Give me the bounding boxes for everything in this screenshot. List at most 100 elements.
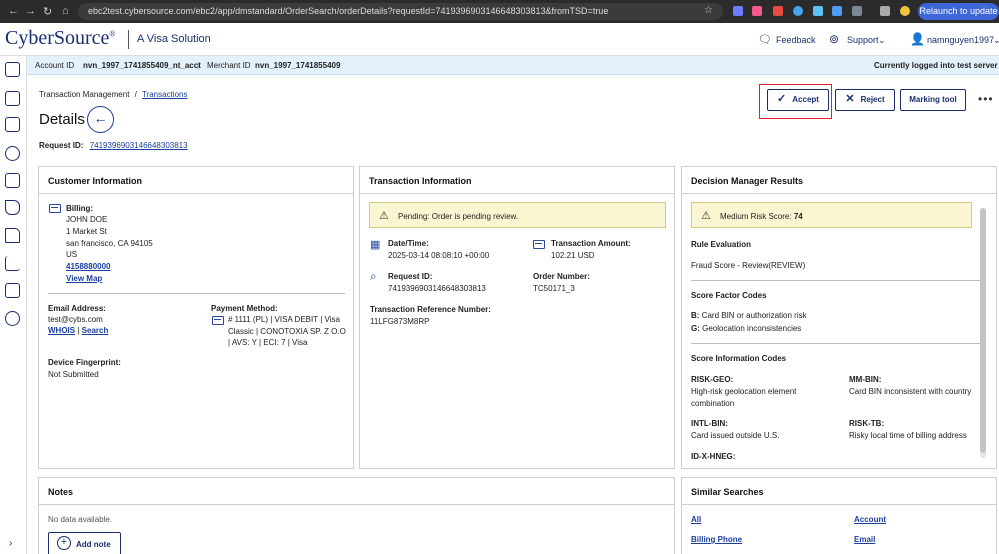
support-menu[interactable]: Support [847, 35, 879, 45]
terminal-icon[interactable] [5, 173, 20, 188]
extension-icon[interactable] [813, 6, 823, 16]
add-note-button[interactable]: + Add note [48, 532, 121, 554]
more-options-icon[interactable]: ••• [978, 92, 994, 106]
extension-icon[interactable] [773, 6, 783, 16]
request-id-label: Request ID: [388, 272, 433, 281]
similar-search-email-link[interactable]: Email [854, 534, 875, 545]
relaunch-button[interactable]: Relaunch to update [918, 3, 999, 20]
reference-number-label: Transaction Reference Number: [370, 305, 491, 314]
wrench-icon[interactable] [5, 200, 20, 215]
section-divider [691, 343, 980, 344]
request-id-line: Request ID: 7419396903146648303813 [39, 141, 188, 150]
sidebar: › [0, 56, 27, 554]
feedback-link[interactable]: Feedback [776, 35, 816, 45]
gear-icon[interactable] [5, 311, 20, 326]
search-link[interactable]: Search [82, 326, 109, 335]
risk-score-alert: ⚠ Medium Risk Score: 74 [691, 202, 972, 228]
breadcrumb-transactions-link[interactable]: Transactions [142, 90, 188, 99]
extension-icon[interactable] [733, 6, 743, 16]
extension-icon[interactable] [832, 6, 842, 16]
billing-phone-link[interactable]: 4158880000 [66, 261, 111, 272]
rule-evaluation-value: Fraud Score - Review(REVIEW) [691, 261, 806, 270]
feedback-icon[interactable]: 🗨 [758, 33, 772, 46]
marking-tool-button[interactable]: Marking tool [900, 89, 966, 111]
similar-search-billing-phone-link[interactable]: Billing Phone [691, 534, 742, 545]
brand-divider [128, 30, 129, 49]
url-text[interactable]: ebc2test.cybersource.com/ebc2/app/dmstan… [88, 6, 608, 16]
support-icon[interactable]: ⊚ [829, 32, 839, 46]
section-divider [691, 280, 980, 281]
back-button[interactable]: ← [87, 106, 114, 133]
warning-icon: ⚠ [701, 210, 711, 222]
score-factor-label: Score Factor Codes [691, 291, 767, 300]
payment-line: | AVS: Y | ECI: 7 | Visa [228, 338, 308, 347]
similar-search-all-link[interactable]: All [691, 514, 701, 525]
info-code: ID-X-HNEG: [691, 452, 736, 461]
chevron-down-icon[interactable]: ⌄ [878, 35, 886, 46]
chevron-down-icon[interactable]: ⌄ [993, 35, 999, 46]
score-info-label: Score Information Codes [691, 354, 787, 363]
credit-card-icon [533, 240, 545, 249]
datetime-label: Date/Time: [388, 239, 429, 248]
reload-icon[interactable]: ↻ [43, 5, 52, 18]
bookmark-star-icon[interactable]: ☆ [704, 5, 713, 16]
payment-method-label: Payment Method: [211, 304, 278, 313]
user-menu[interactable]: namnguyen1997 [927, 35, 994, 45]
email-value: test@cybs.com [48, 315, 103, 324]
card-title: Notes [48, 487, 74, 497]
view-map-link[interactable]: View Map [66, 273, 102, 284]
brand-logo[interactable]: CyberSource® [5, 27, 116, 50]
reject-button[interactable]: ✕ Reject [835, 89, 895, 111]
notes-card: Notes No data available. + Add note [38, 477, 675, 554]
profile-avatar-icon[interactable] [900, 6, 910, 16]
section-divider [48, 293, 345, 294]
similar-search-account-link[interactable]: Account [854, 514, 886, 525]
user-icon[interactable]: 👤 [910, 32, 925, 46]
home-icon[interactable]: ⌂ [62, 5, 69, 17]
request-id-link[interactable]: 7419396903146648303813 [90, 141, 188, 150]
bar-chart-icon[interactable] [5, 256, 20, 271]
forward-arrow-icon[interactable]: → [25, 5, 36, 17]
account-id-value: nvn_1997_1741855409_nt_acct [83, 61, 201, 70]
billing-label: Billing: [66, 204, 94, 213]
plus-circle-icon: + [57, 536, 71, 550]
wallet-icon[interactable] [5, 283, 20, 298]
reference-number-value: 11LFG873M8RP [370, 317, 430, 326]
card-divider [39, 193, 353, 194]
puzzle-icon[interactable] [852, 6, 862, 16]
shield-icon[interactable] [5, 146, 20, 161]
customer-information-card: Customer Information Billing: JOHN DOE 1… [38, 166, 354, 469]
info-code: INTL-BIN: [691, 419, 728, 428]
brand-tagline: A Visa Solution [137, 33, 211, 45]
amount-value: 102.21 USD [551, 251, 595, 260]
extension-icon[interactable] [752, 6, 762, 16]
score-factor-item: G: Geolocation inconsistencies [691, 324, 802, 333]
cart-icon[interactable] [5, 91, 20, 106]
merchant-id-value: nvn_1997_1741855409 [255, 61, 341, 70]
calendar-icon: ▦ [370, 239, 381, 251]
request-id-value: 7419396903146648303813 [388, 284, 486, 293]
info-code-text: Card issued outside U.S. [691, 431, 780, 440]
request-id-label: Request ID: [39, 141, 84, 150]
chevron-right-icon[interactable]: › [9, 538, 12, 549]
info-code-text: Card BIN inconsistent with country [849, 387, 972, 396]
whois-link[interactable]: WHOIS [48, 326, 75, 335]
download-icon[interactable] [880, 6, 890, 16]
accept-button[interactable]: ✓ Accept [767, 89, 829, 111]
billing-city: san francisco, CA 94105 [66, 239, 153, 248]
page-title: Details [39, 111, 85, 128]
scrollbar-thumb[interactable] [980, 208, 986, 453]
back-arrow-icon[interactable]: ← [8, 5, 19, 17]
cards-icon[interactable] [5, 117, 20, 132]
transaction-information-card: Transaction Information ⚠ Pending: Order… [359, 166, 675, 469]
search-icon: ⌕ [370, 269, 377, 283]
email-label: Email Address: [48, 304, 106, 313]
extension-icon[interactable] [793, 6, 803, 16]
credit-card-icon [49, 204, 61, 213]
card-divider [682, 193, 996, 194]
x-icon: ✕ [845, 93, 855, 105]
home-icon[interactable] [5, 62, 20, 77]
payment-line: Classic | CONOTOXIA SP. Z O.O [228, 327, 346, 336]
document-icon[interactable] [5, 228, 20, 243]
breadcrumb: Transaction Management / Transactions [39, 90, 187, 99]
